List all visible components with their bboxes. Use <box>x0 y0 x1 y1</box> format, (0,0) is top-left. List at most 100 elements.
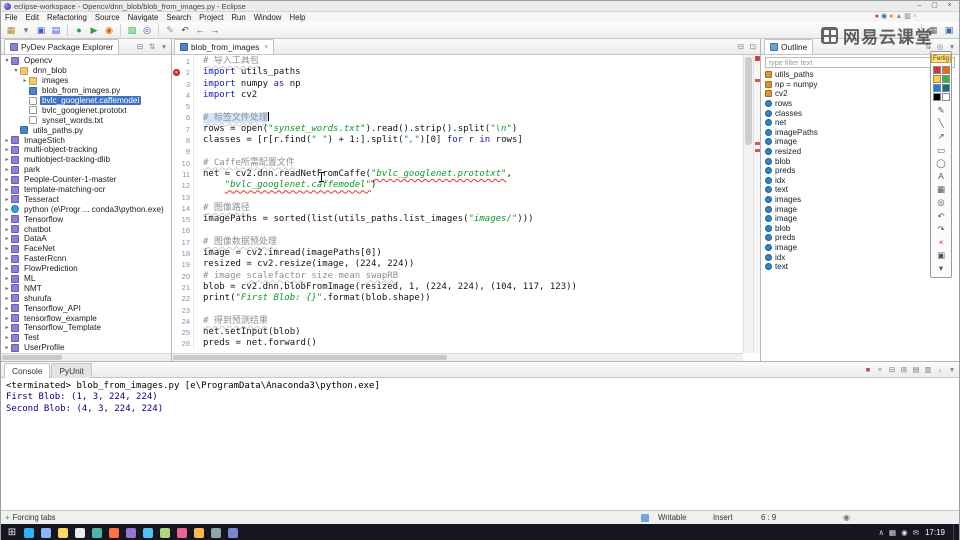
tree-item[interactable]: ▸ images <box>1 76 171 86</box>
tree-expander-icon[interactable]: ▸ <box>3 344 11 351</box>
console-toolbar-icon[interactable]: ⊞ <box>899 363 909 377</box>
taskbar-app-icon[interactable] <box>160 527 170 538</box>
code-line[interactable]: 20 # image scalefactor size mean swapRB <box>172 270 743 282</box>
menu-item[interactable]: Refactoring <box>43 13 91 22</box>
view-toolbar-icon[interactable]: ⊟ <box>135 40 145 54</box>
new-dropdown-icon[interactable]: ▾ <box>19 24 33 37</box>
taskbar-app-icon[interactable] <box>228 527 238 538</box>
tree-item[interactable]: blob_from_images.py <box>1 86 171 96</box>
tree-item[interactable]: bvlc_googlenet.caffemodel <box>1 96 171 106</box>
tree-item[interactable]: ▸ FlowPrediction <box>1 264 171 274</box>
editor-tab[interactable]: blob_from_images × <box>174 39 275 54</box>
arrow-icon[interactable]: ↗ <box>933 130 949 143</box>
editor-vertical-scrollbar[interactable] <box>743 55 753 353</box>
code-line[interactable]: 25 net.setInput(blob) <box>172 327 743 339</box>
taskbar-app-icon[interactable] <box>92 527 102 538</box>
code-line[interactable]: 23 <box>172 304 743 316</box>
tree-item[interactable]: ▸ multi-object-tracking <box>1 145 171 155</box>
tree-expander-icon[interactable]: ▸ <box>3 245 11 252</box>
editor-horizontal-scrollbar[interactable] <box>172 353 743 361</box>
taskbar-app-icon[interactable] <box>143 527 153 538</box>
annotation-icon[interactable]: ✎ <box>163 24 177 37</box>
color-swatch[interactable] <box>932 66 941 74</box>
save-icon[interactable]: ▣ <box>34 24 48 37</box>
menu-item[interactable]: Source <box>91 13 124 22</box>
tree-item[interactable]: ▸ FaceNet <box>1 244 171 254</box>
mosaic-icon[interactable]: ▦ <box>933 183 949 196</box>
tree-item[interactable]: ▸ multiobject-tracking-dlib <box>1 155 171 165</box>
console-body[interactable]: <terminated> blob_from_images.py [e\Prog… <box>1 378 959 510</box>
outline-tab[interactable]: Outline <box>764 39 814 54</box>
camera-icon[interactable]: ◉ <box>881 12 887 22</box>
new-wizard-icon[interactable]: ▦ <box>4 24 18 37</box>
tree-item[interactable]: ▸ Tensorflow_API <box>1 303 171 313</box>
taskbar-app-icon[interactable] <box>75 527 85 538</box>
search-icon[interactable]: ◎ <box>140 24 154 37</box>
delete-icon[interactable]: × <box>933 236 949 249</box>
save-all-icon[interactable]: ▤ <box>49 24 63 37</box>
explorer-horizontal-scrollbar[interactable] <box>1 353 171 361</box>
tree-expander-icon[interactable]: ▸ <box>3 265 11 272</box>
tree-expander-icon[interactable]: ▸ <box>3 166 11 173</box>
up-arrow-icon[interactable]: ▲ <box>895 12 902 22</box>
color-swatch[interactable] <box>932 84 941 92</box>
tray-icon[interactable]: ✉ <box>913 528 919 537</box>
tree-item[interactable]: ▸ tensorflow_example <box>1 313 171 323</box>
code-line[interactable]: 19 resized = cv2.resize(image, (224, 224)… <box>172 259 743 271</box>
taskbar-app-icon[interactable] <box>41 527 51 538</box>
tree-expander-icon[interactable]: ▸ <box>3 206 11 213</box>
tree-item[interactable]: ▸ Tensorflow_Template <box>1 323 171 333</box>
tree-item[interactable]: ▸ UserProfile <box>1 343 171 353</box>
tree-expander-icon[interactable]: ▾ <box>3 57 11 64</box>
code-lines[interactable]: 1 # 导入工具包 2 × import utils_paths 3 import nump… <box>172 56 743 353</box>
minimize-view-icon[interactable]: ⊟ <box>736 40 746 54</box>
maximize-button[interactable]: ▢ <box>927 1 942 11</box>
menu-item[interactable]: Help <box>285 13 309 22</box>
tree-expander-icon[interactable]: ▸ <box>3 226 11 233</box>
tree-expander-icon[interactable]: ▸ <box>3 235 11 242</box>
menu-item[interactable]: Edit <box>22 13 43 22</box>
mic-icon[interactable]: ● <box>889 12 893 22</box>
scrollbar-thumb[interactable] <box>2 355 62 360</box>
code-line[interactable]: 22 print("First Blob: {}".format(blob.sha… <box>172 293 743 305</box>
code-line[interactable]: 11 net = cv2.dnn.readNetFromCaffe("bvlc_g… <box>172 168 743 181</box>
tree-expander-icon[interactable]: ▸ <box>3 285 11 292</box>
debug-icon[interactable]: ● <box>72 24 86 37</box>
tv-icon[interactable]: ▥ <box>904 12 911 22</box>
menu-item[interactable]: Search <box>162 13 195 22</box>
error-overview-marker[interactable] <box>755 142 760 145</box>
text-icon[interactable]: A <box>933 170 949 183</box>
line-icon[interactable]: ╲ <box>933 117 949 130</box>
taskbar-app-icon[interactable] <box>194 527 204 538</box>
pydev-perspective-icon[interactable]: ▣ <box>942 24 956 37</box>
console-toolbar-icon[interactable]: ▤ <box>911 363 921 377</box>
console-toolbar-icon[interactable]: ↓ <box>935 363 945 377</box>
code-line[interactable]: 14 # 图像路径 <box>172 202 743 215</box>
color-swatch[interactable] <box>941 84 950 92</box>
tree-expander-icon[interactable]: ▸ <box>3 146 11 153</box>
code-line[interactable]: 6 # 标签文件处理 <box>172 112 743 124</box>
tree-item[interactable]: ▾ dnn_blob <box>1 66 171 76</box>
tree-item[interactable]: ▸ DataA <box>1 234 171 244</box>
scrollbar-thumb[interactable] <box>173 355 448 360</box>
tree-expander-icon[interactable]: ▸ <box>21 77 29 84</box>
tree-item[interactable]: ▸ Tesseract <box>1 194 171 204</box>
redo-icon[interactable]: ↷ <box>933 223 949 236</box>
tree-expander-icon[interactable]: ▸ <box>3 216 11 223</box>
code-line[interactable]: 7 rows = open("synset_words.txt").read().… <box>172 123 743 136</box>
close-button[interactable]: × <box>942 1 957 11</box>
tree-expander-icon[interactable]: ▸ <box>3 315 11 322</box>
open-perspective-icon[interactable]: ▦ <box>926 24 940 37</box>
tree-item[interactable]: ▸ ImageStich <box>1 135 171 145</box>
tree-item[interactable]: ▾ Opencv <box>1 56 171 66</box>
start-button[interactable]: ⊞ <box>4 527 20 538</box>
save-icon[interactable]: ▣ <box>933 249 949 262</box>
tree-expander-icon[interactable]: ▸ <box>3 255 11 262</box>
color-swatch[interactable] <box>932 93 941 101</box>
notification-icon[interactable]: ◉ <box>843 513 850 522</box>
code-line[interactable]: 2 × import utils_paths <box>172 67 743 79</box>
code-line[interactable]: 26 preds = net.forward() <box>172 338 743 350</box>
color-swatch[interactable] <box>941 93 950 101</box>
show-desktop-button[interactable] <box>953 524 956 540</box>
outline-filter-input[interactable]: type filter text <box>765 57 955 68</box>
